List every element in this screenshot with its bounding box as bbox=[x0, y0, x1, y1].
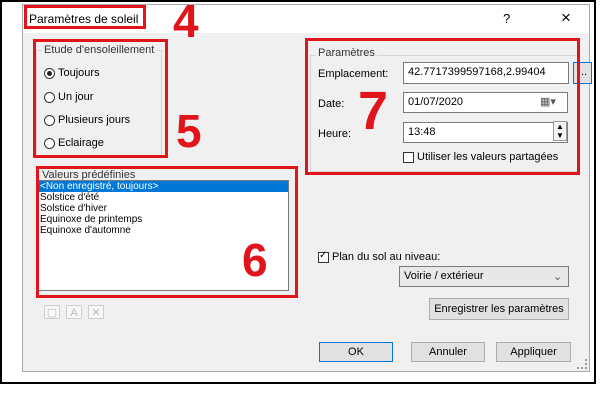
rename-preset-icon[interactable]: A bbox=[66, 305, 82, 319]
help-button[interactable]: ? bbox=[503, 11, 510, 26]
ground-level-select[interactable]: Voirie / extérieur bbox=[399, 266, 569, 287]
ground-plane-label: Plan du sol au niveau: bbox=[332, 251, 441, 263]
annotation-number-5: 5 bbox=[176, 105, 202, 157]
apply-button[interactable]: Appliquer bbox=[496, 342, 571, 362]
close-button[interactable]: × bbox=[561, 8, 571, 28]
annotation-number-7: 7 bbox=[358, 81, 389, 141]
annotation-number-6: 6 bbox=[242, 234, 268, 286]
annotation-box-5 bbox=[33, 39, 168, 158]
delete-preset-icon[interactable]: ✕ bbox=[88, 305, 104, 319]
annotation-number-4: 4 bbox=[173, 0, 199, 47]
annotation-box-7 bbox=[305, 38, 580, 175]
chevron-down-icon: ⌄ bbox=[553, 271, 563, 283]
copy-preset-icon[interactable]: ▢ bbox=[44, 305, 60, 319]
cancel-button[interactable]: Annuler bbox=[411, 342, 485, 362]
annotation-box-4 bbox=[24, 5, 146, 29]
save-settings-button[interactable]: Enregistrer les paramètres bbox=[429, 298, 569, 320]
ground-level-value: Voirie / extérieur bbox=[404, 270, 484, 282]
resize-grip[interactable] bbox=[577, 359, 587, 369]
ground-plane-checkbox[interactable] bbox=[318, 250, 329, 263]
ok-button[interactable]: OK bbox=[319, 342, 393, 362]
